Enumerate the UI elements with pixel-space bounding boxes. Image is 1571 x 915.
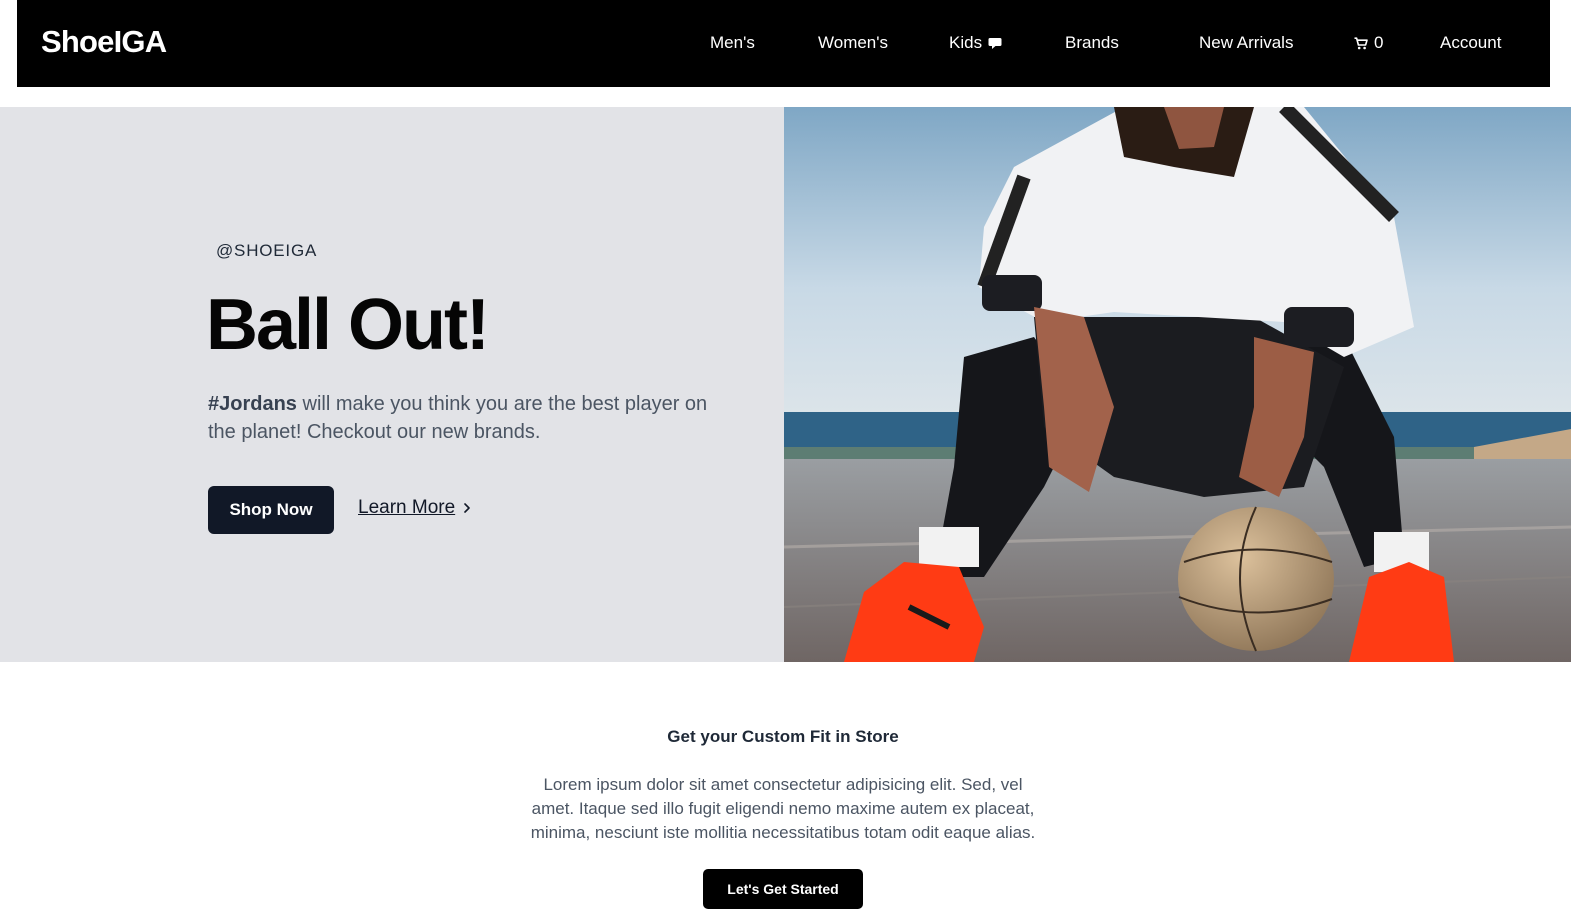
get-started-button[interactable]: Let's Get Started [703, 869, 863, 909]
hero-photo [784, 107, 1571, 662]
hero-hashtag: #Jordans [208, 393, 297, 415]
top-navbar: ShoeIGA Men's Women's Kids Brands New Ar… [17, 0, 1550, 87]
nav-link-mens[interactable]: Men's [710, 33, 755, 53]
hero-text-panel: @SHOEIGA Ball Out! #Jordans will make yo… [0, 107, 784, 662]
hero-headline: Ball Out! [206, 285, 490, 365]
learn-more-label: Learn More [358, 497, 456, 518]
nav-link-kids-label: Kids [949, 33, 983, 52]
hero-section: @SHOEIGA Ball Out! #Jordans will make yo… [0, 107, 1571, 662]
nav-link-new-arrivals[interactable]: New Arrivals [1199, 33, 1293, 53]
promo-title: Get your Custom Fit in Store [667, 727, 899, 746]
chat-bubble-icon [988, 37, 1002, 49]
basketball-player-photo [784, 107, 1571, 662]
nav-menu: Men's Women's Kids Brands New Arrivals 0… [17, 0, 1550, 87]
learn-more-link[interactable]: Learn More [358, 497, 471, 519]
chevron-right-icon [464, 503, 470, 513]
promo-body: Lorem ipsum dolor sit amet consectetur a… [530, 775, 1036, 842]
account-link[interactable]: Account [1440, 33, 1501, 53]
nav-link-brands[interactable]: Brands [1065, 33, 1119, 53]
nav-link-kids[interactable]: Kids [949, 33, 1002, 53]
cart-link[interactable]: 0 [1354, 33, 1383, 53]
cart-count: 0 [1374, 33, 1384, 52]
hero-eyebrow: @SHOEIGA [216, 241, 318, 260]
hero-description: #Jordans will make you think you are the… [208, 390, 708, 446]
cart-icon [1354, 36, 1368, 49]
nav-link-womens[interactable]: Women's [818, 33, 888, 53]
shop-now-button[interactable]: Shop Now [208, 486, 334, 534]
